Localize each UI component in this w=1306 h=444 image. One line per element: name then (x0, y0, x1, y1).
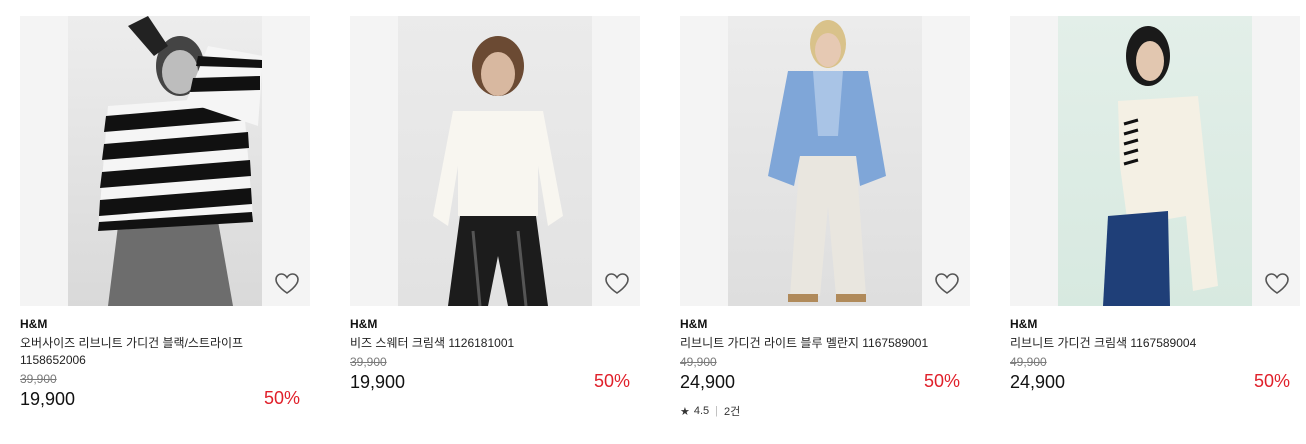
discount-badge: 50% (1253, 371, 1290, 391)
product-card[interactable]: H&M 리브니트 가디건 라이트 블루 멜란지 1167589001 49,90… (680, 16, 970, 419)
model-blue-cardigan-image (728, 16, 922, 306)
heart-outline-icon[interactable] (604, 272, 630, 296)
brand-name: H&M (1010, 317, 1038, 331)
model-cream-cardigan-image (1058, 16, 1252, 306)
product-image[interactable] (1010, 16, 1300, 306)
product-rating: ★ 4.5 | 2건 (680, 403, 970, 419)
discount-badge: 50% (263, 388, 300, 408)
review-count[interactable]: 2건 (724, 403, 740, 419)
brand-name: H&M (350, 317, 378, 331)
product-image[interactable] (350, 16, 640, 306)
product-grid: H&M 오버사이즈 리브니트 가디건 블랙/스트라이프 1158652006 3… (0, 0, 1306, 444)
product-name[interactable]: 비즈 스웨터 크림색 1126181001 (350, 335, 640, 352)
product-image[interactable] (20, 16, 310, 306)
heart-outline-icon[interactable] (1264, 272, 1290, 296)
product-card[interactable]: H&M 오버사이즈 리브니트 가디건 블랙/스트라이프 1158652006 3… (20, 16, 310, 412)
star-icon: ★ (680, 405, 690, 418)
brand-name: H&M (20, 317, 48, 331)
discount-badge: 50% (593, 371, 630, 391)
model-cream-sweater-image (398, 16, 592, 306)
original-price: 49,900 (680, 355, 717, 369)
discount-badge: 50% (923, 371, 960, 391)
product-name[interactable]: 리브니트 가디건 라이트 블루 멜란지 1167589001 (680, 335, 970, 352)
rating-divider: | (715, 405, 719, 417)
original-price: 39,900 (350, 355, 387, 369)
product-card[interactable]: H&M 리브니트 가디건 크림색 1167589004 49,900 24,90… (1010, 16, 1300, 395)
heart-outline-icon[interactable] (934, 272, 960, 296)
original-price: 49,900 (1010, 355, 1047, 369)
heart-outline-icon[interactable] (274, 272, 300, 296)
product-card[interactable]: H&M 비즈 스웨터 크림색 1126181001 39,900 19,900 … (350, 16, 640, 395)
product-name[interactable]: 오버사이즈 리브니트 가디건 블랙/스트라이프 1158652006 (20, 335, 310, 369)
brand-name: H&M (680, 317, 708, 331)
product-name[interactable]: 리브니트 가디건 크림색 1167589004 (1010, 335, 1300, 352)
model-striped-cardigan-image (68, 16, 262, 306)
rating-value: 4.5 (693, 405, 710, 417)
product-image[interactable] (680, 16, 970, 306)
original-price: 39,900 (20, 372, 57, 386)
